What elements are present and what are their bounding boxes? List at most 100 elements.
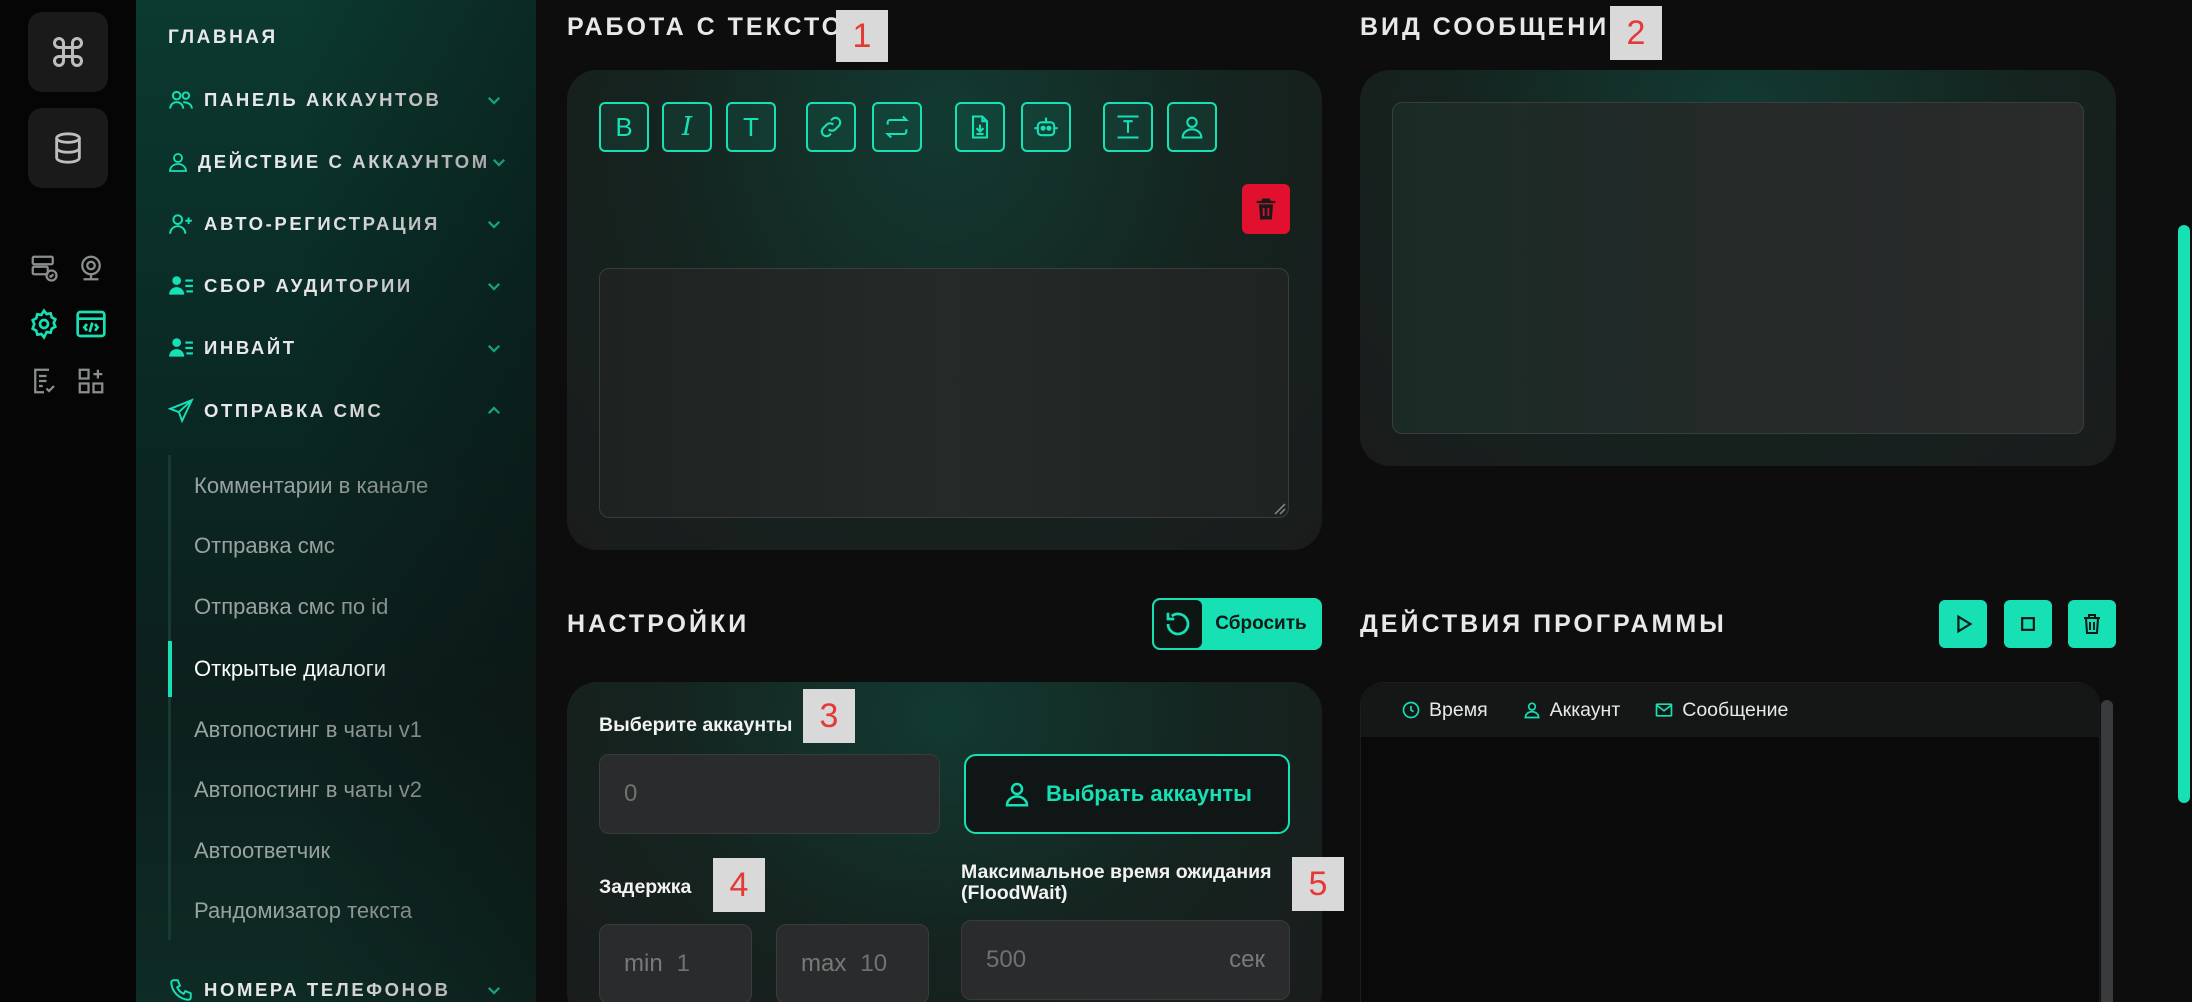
floodwait-value: 500 <box>986 946 1027 973</box>
sidebar-item-audience-collection[interactable]: СБОР АУДИТОРИИ <box>166 266 506 306</box>
bold-button[interactable]: B <box>599 102 649 152</box>
italic-button[interactable]: I <box>662 102 712 152</box>
server-check-icon[interactable] <box>27 251 61 285</box>
sidebar-item-label: ПАНЕЛЬ АККАУНТОВ <box>204 89 442 110</box>
sub-item-text-randomizer[interactable]: Рандомизатор текста <box>194 898 412 924</box>
message-textarea[interactable] <box>599 268 1289 518</box>
annotation-badge-5: 5 <box>1292 857 1344 911</box>
delay-label: Задержка <box>599 876 692 898</box>
bot-button[interactable] <box>1021 102 1071 152</box>
max-value: 10 <box>860 950 888 977</box>
command-button[interactable] <box>28 12 108 92</box>
link-icon <box>820 116 842 138</box>
sub-item-autoresponder[interactable]: Автоответчик <box>194 838 330 864</box>
accounts-label: Выберите аккаунты <box>599 714 793 736</box>
chevron-down-icon[interactable] <box>482 978 506 1002</box>
user-icon <box>1181 116 1203 139</box>
actions-title: ДЕЙСТВИЯ ПРОГРАММЫ <box>1360 610 1727 638</box>
resize-handle-icon[interactable] <box>1272 501 1286 515</box>
sub-item-send-sms[interactable]: Отправка смс <box>194 533 335 559</box>
page-scrollbar[interactable] <box>2178 225 2190 803</box>
sub-item-autoposting-v2[interactable]: Автопостинг в чаты v2 <box>194 777 422 803</box>
sidebar-item-account-action[interactable]: ДЕЙСТВИЕ С АККАУНТОМ <box>166 142 506 182</box>
sidebar-item-invite[interactable]: ИНВАЙТ <box>166 328 506 368</box>
users-icon <box>166 85 196 115</box>
delay-min-input[interactable]: min 1 <box>599 924 752 1002</box>
chevron-down-icon[interactable] <box>482 88 506 112</box>
chevron-down-icon[interactable] <box>482 274 506 298</box>
min-prefix: min <box>624 950 663 977</box>
floodwait-input[interactable]: 500 сек <box>961 920 1290 1000</box>
sidebar-item-label: СБОР АУДИТОРИИ <box>204 275 413 296</box>
trash-icon <box>1256 198 1276 220</box>
sub-item-open-dialogs[interactable]: Открытые диалоги <box>194 656 386 682</box>
checklist-icon[interactable] <box>27 364 61 398</box>
floodwait-suffix: сек <box>1229 946 1265 973</box>
repeat-button[interactable] <box>872 102 922 152</box>
sidebar-item-auto-registration[interactable]: АВТО-РЕГИСТРАЦИЯ <box>166 204 506 244</box>
min-value: 1 <box>676 950 691 977</box>
log-scrollbar[interactable] <box>2101 700 2113 1002</box>
bot-icon <box>1034 117 1058 137</box>
user-list-icon <box>166 333 196 363</box>
file-download-icon <box>971 115 989 139</box>
reset-button[interactable]: Сбросить <box>1152 598 1322 650</box>
file-download-button[interactable] <box>955 102 1005 152</box>
sidebar-item-label: ОТПРАВКА СМС <box>204 400 384 421</box>
text-format-button[interactable] <box>1103 102 1153 152</box>
accounts-count-input[interactable]: 0 <box>599 754 940 834</box>
database-button[interactable] <box>28 108 108 188</box>
annotation-badge-1: 1 <box>836 10 888 62</box>
settings-icon[interactable] <box>27 307 61 341</box>
max-prefix: max <box>801 950 847 977</box>
text-section-title: РАБОТА С ТЕКСТОМ <box>567 13 868 41</box>
sidebar-item-label: ДЕЙСТВИЕ С АККАУНТОМ <box>198 151 490 172</box>
settings-title: НАСТРОЙКИ <box>567 610 750 638</box>
database-icon <box>55 132 81 164</box>
code-window-icon[interactable] <box>74 307 108 341</box>
clear-log-button[interactable] <box>2068 600 2116 648</box>
chevron-down-icon[interactable] <box>482 212 506 236</box>
apps-icon[interactable] <box>74 364 108 398</box>
log-column-message[interactable]: Сообщение <box>1654 699 1788 722</box>
chevron-down-icon[interactable] <box>482 336 506 360</box>
clear-text-button[interactable] <box>1242 184 1290 234</box>
mention-user-button[interactable] <box>1167 102 1217 152</box>
text-format-icon <box>1117 115 1139 139</box>
stop-button[interactable] <box>2004 600 2052 648</box>
sidebar-item-label: НОМЕРА ТЕЛЕФОНОВ <box>204 979 451 1000</box>
log-column-account[interactable]: Аккаунт <box>1522 699 1620 722</box>
user-icon <box>1005 782 1029 807</box>
clock-icon <box>1402 701 1420 719</box>
user-list-icon <box>166 271 196 301</box>
floodwait-label-line1: Максимальное время ожидания <box>961 861 1272 883</box>
sidebar-item-label: АВТО-РЕГИСТРАЦИЯ <box>204 213 440 234</box>
annotation-badge-3: 3 <box>803 689 855 743</box>
log-column-time-label: Время <box>1429 698 1488 721</box>
phone-icon <box>166 975 196 1002</box>
sub-item-send-sms-by-id[interactable]: Отправка смс по id <box>194 594 388 620</box>
preview-section-title: ВИД СООБЩЕНИЯ <box>1360 13 1631 41</box>
user-icon <box>1524 702 1540 719</box>
sub-item-autoposting-v1[interactable]: Автопостинг в чаты v1 <box>194 717 422 743</box>
sidebar-item-accounts-panel[interactable]: ПАНЕЛЬ АККАУНТОВ <box>166 80 506 120</box>
webcam-icon[interactable] <box>74 251 108 285</box>
sidebar-item-send-sms[interactable]: ОТПРАВКА СМС <box>166 391 506 431</box>
monospace-button[interactable]: T <box>726 102 776 152</box>
submenu-active-indicator <box>168 641 172 697</box>
sidebar-home[interactable]: ГЛАВНАЯ <box>168 27 278 49</box>
chevron-down-icon[interactable] <box>490 150 508 174</box>
icon-rail <box>0 0 136 1002</box>
command-icon <box>53 37 83 67</box>
log-column-time[interactable]: Время <box>1401 699 1488 722</box>
action-log-header: Время Аккаунт Сообщение <box>1361 683 2099 737</box>
link-button[interactable] <box>806 102 856 152</box>
chevron-up-icon[interactable] <box>482 399 506 423</box>
play-button[interactable] <box>1939 600 1987 648</box>
sub-item-channel-comments[interactable]: Комментарии в канале <box>194 473 428 499</box>
mail-icon <box>1655 703 1673 717</box>
sidebar-item-phone-numbers[interactable]: НОМЕРА ТЕЛЕФОНОВ <box>166 970 506 1002</box>
choose-accounts-label: Выбрать аккаунты <box>1046 781 1252 806</box>
choose-accounts-button[interactable]: Выбрать аккаунты <box>964 754 1290 834</box>
delay-max-input[interactable]: max 10 <box>776 924 929 1002</box>
